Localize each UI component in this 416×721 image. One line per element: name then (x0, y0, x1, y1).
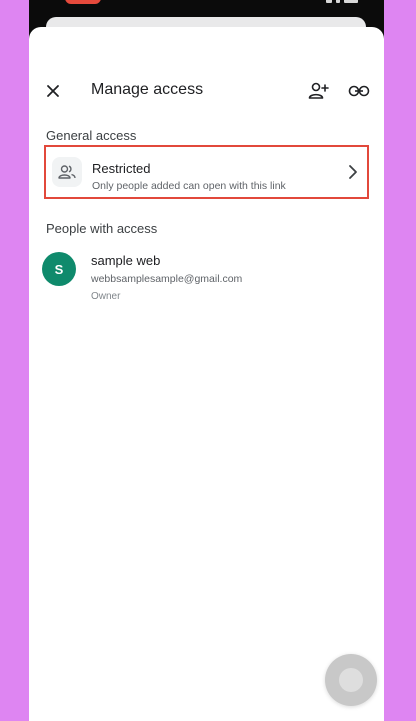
access-setting-description: Only people added can open with this lin… (92, 180, 286, 192)
people-with-access-label: People with access (46, 221, 158, 236)
page-title: Manage access (91, 81, 204, 98)
access-setting-title: Restricted (92, 161, 151, 176)
link-icon[interactable] (345, 77, 373, 105)
general-access-setting[interactable]: Restricted Only people added can open wi… (44, 145, 369, 199)
chevron-right-icon (343, 162, 363, 182)
people-icon (52, 157, 82, 187)
sheet-header: Manage access (29, 79, 384, 103)
person-add-icon[interactable] (305, 77, 333, 105)
person-email: webbsamplesample@gmail.com (91, 273, 243, 285)
avatar: S (42, 252, 76, 286)
assistive-touch-button[interactable] (325, 654, 377, 706)
general-access-label: General access (46, 128, 137, 143)
close-icon[interactable] (39, 77, 67, 105)
list-item[interactable]: S sample web webbsamplesample@gmail.com … (42, 251, 362, 311)
recording-indicator (65, 0, 101, 4)
assistive-touch-icon (339, 668, 363, 692)
person-name: sample web (91, 253, 161, 268)
manage-access-sheet: Manage access General access Restricted … (29, 27, 384, 721)
person-role: Owner (91, 291, 121, 302)
status-icons (326, 0, 368, 4)
